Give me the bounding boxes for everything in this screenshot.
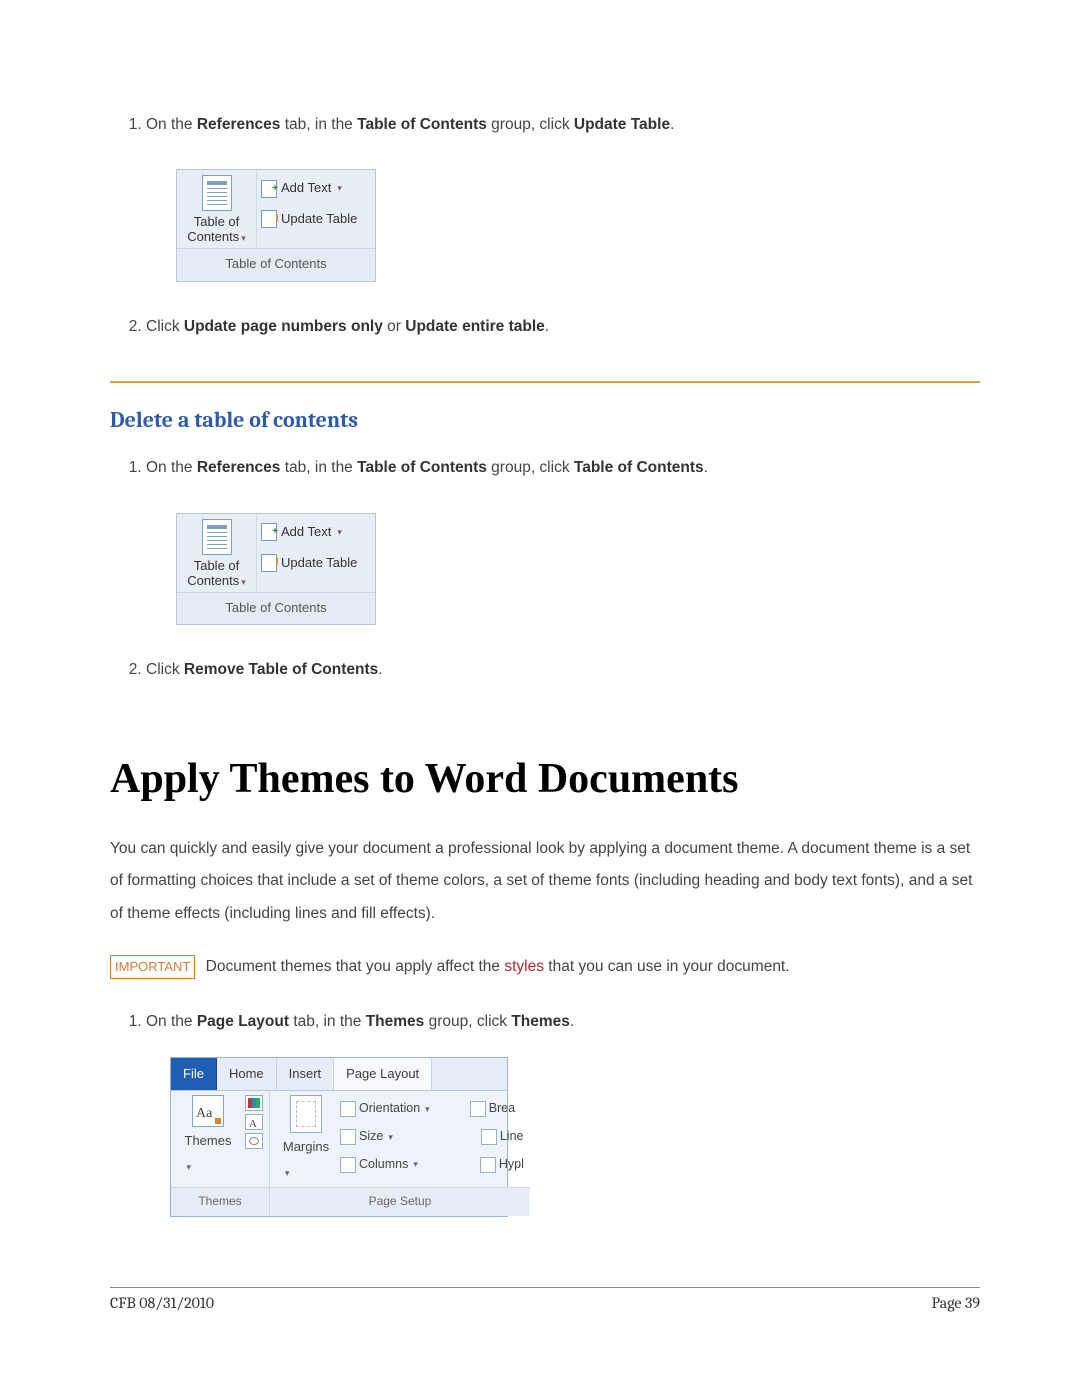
size-icon	[340, 1129, 356, 1145]
orientation-icon	[340, 1101, 356, 1117]
tab-spacer	[432, 1058, 507, 1091]
orientation-button[interactable]: Orientation▾	[340, 1097, 430, 1121]
breaks-icon	[470, 1101, 486, 1117]
step-1: On the References tab, in the Table of C…	[146, 110, 980, 282]
page-update-icon: !	[261, 210, 277, 228]
chevron-down-icon: ▾	[241, 577, 246, 587]
important-note: IMPORTANT Document themes that you apply…	[110, 955, 980, 980]
step-2: Click Remove Table of Contents.	[146, 655, 980, 684]
toc-button[interactable]: Table of Contents▾	[177, 514, 257, 592]
page-plus-icon: +	[261, 180, 277, 198]
styles-link[interactable]: styles	[504, 958, 544, 975]
line-numbers-icon	[481, 1129, 497, 1145]
toc-ribbon-group: Table of Contents▾ + Add Text▾ ! Update …	[176, 513, 376, 626]
page-update-icon: !	[261, 554, 277, 572]
add-text-button[interactable]: + Add Text▾	[261, 520, 371, 545]
chevron-down-icon: ▾	[337, 524, 342, 541]
update-table-button[interactable]: ! Update Table	[261, 551, 371, 576]
chevron-down-icon: ▾	[187, 1162, 192, 1172]
group-label-page-setup: Page Setup	[270, 1187, 530, 1216]
hyphenation-button[interactable]: Hypl	[480, 1153, 524, 1177]
toc-ribbon-group: Table of Contents▾ + Add Text▾ ! Update …	[176, 169, 376, 282]
tab-home[interactable]: Home	[217, 1058, 277, 1091]
page-footer: CFB 08/31/2010 Page 39	[110, 1287, 980, 1312]
footer-right: Page 39	[932, 1294, 981, 1312]
paragraph-intro: You can quickly and easily give your doc…	[110, 833, 980, 931]
update-table-button[interactable]: ! Update Table	[261, 207, 371, 232]
themes-button[interactable]: Themes▾	[177, 1095, 239, 1184]
columns-button[interactable]: Columns▾	[340, 1153, 418, 1177]
update-toc-steps: On the References tab, in the Table of C…	[110, 110, 980, 341]
apply-theme-steps: On the Page Layout tab, in the Themes gr…	[110, 1007, 980, 1216]
size-button[interactable]: Size▾	[340, 1125, 393, 1149]
ribbon-group-label: Table of Contents	[177, 248, 375, 281]
theme-colors-button[interactable]	[245, 1095, 263, 1111]
add-text-button[interactable]: + Add Text▾	[261, 176, 371, 201]
word-ribbon: File Home Insert Page Layout Themes▾	[170, 1057, 508, 1217]
theme-fonts-button[interactable]	[245, 1114, 263, 1130]
table-of-contents-icon	[202, 175, 232, 211]
themes-icon	[192, 1095, 224, 1127]
breaks-button[interactable]: Brea	[470, 1097, 515, 1121]
important-badge: IMPORTANT	[110, 955, 195, 980]
ribbon-group-label: Table of Contents	[177, 592, 375, 625]
columns-icon	[340, 1157, 356, 1173]
chevron-down-icon: ▾	[337, 180, 342, 197]
page-plus-icon: +	[261, 523, 277, 541]
footer-left: CFB 08/31/2010	[110, 1294, 214, 1312]
tab-file[interactable]: File	[171, 1058, 217, 1091]
tab-insert[interactable]: Insert	[277, 1058, 335, 1091]
toc-button[interactable]: Table of Contents▾	[177, 170, 257, 248]
hyphenation-icon	[480, 1157, 496, 1173]
subheading-delete-toc: Delete a table of contents	[110, 407, 980, 433]
tab-page-layout[interactable]: Page Layout	[334, 1058, 432, 1091]
group-label-themes: Themes	[171, 1187, 269, 1216]
step-2: Click Update page numbers only or Update…	[146, 312, 980, 341]
delete-toc-steps: On the References tab, in the Table of C…	[110, 453, 980, 684]
margins-button[interactable]: Margins▾	[276, 1095, 336, 1184]
chevron-down-icon: ▾	[241, 233, 246, 243]
step-1: On the References tab, in the Table of C…	[146, 453, 980, 625]
heading-apply-themes: Apply Themes to Word Documents	[110, 755, 980, 803]
section-divider	[110, 381, 980, 383]
theme-effects-button[interactable]	[245, 1133, 263, 1149]
line-numbers-button[interactable]: Line	[481, 1125, 524, 1149]
table-of-contents-icon	[202, 519, 232, 555]
step-1: On the Page Layout tab, in the Themes gr…	[146, 1007, 980, 1216]
margins-icon	[290, 1095, 322, 1133]
chevron-down-icon: ▾	[285, 1168, 290, 1178]
